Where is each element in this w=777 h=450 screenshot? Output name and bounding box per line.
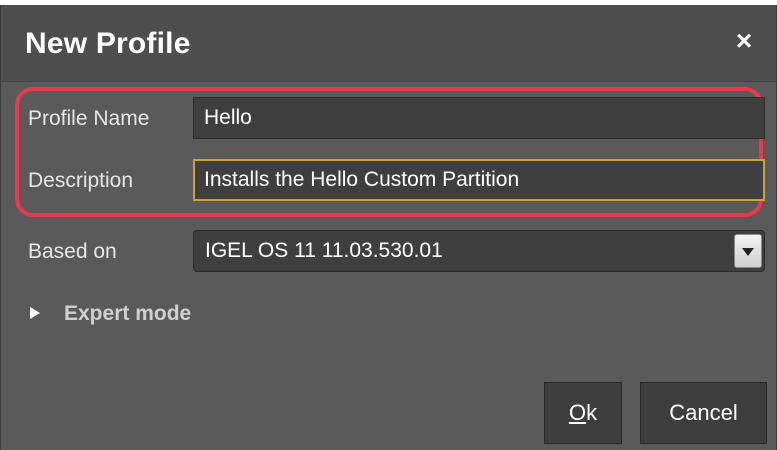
expert-mode-toggle[interactable]: Expert mode <box>30 302 191 332</box>
dialog-title: New Profile <box>25 27 191 60</box>
chevron-down-icon[interactable] <box>734 234 762 268</box>
based-on-label: Based on <box>28 240 117 263</box>
ok-mnemonic: O <box>568 400 587 425</box>
ok-button[interactable]: Ok <box>544 382 622 444</box>
dialog-titlebar: New Profile × <box>1 5 776 82</box>
triangle-right-icon <box>30 307 40 319</box>
description-field[interactable]: Installs the Hello Custom Partition <box>193 159 765 201</box>
expert-mode-label: Expert mode <box>64 302 192 325</box>
ok-label-rest: k <box>586 400 598 425</box>
new-profile-dialog: New Profile × Profile Name Hello Descrip… <box>0 5 777 450</box>
based-on-select[interactable]: IGEL OS 11 11.03.530.01 <box>193 230 765 272</box>
description-label: Description <box>28 169 134 192</box>
profile-name-field[interactable]: Hello <box>193 97 765 139</box>
based-on-value: IGEL OS 11 11.03.530.01 <box>205 239 443 262</box>
cancel-button[interactable]: Cancel <box>640 382 767 444</box>
profile-name-label: Profile Name <box>28 107 150 130</box>
close-icon[interactable]: × <box>726 23 762 59</box>
